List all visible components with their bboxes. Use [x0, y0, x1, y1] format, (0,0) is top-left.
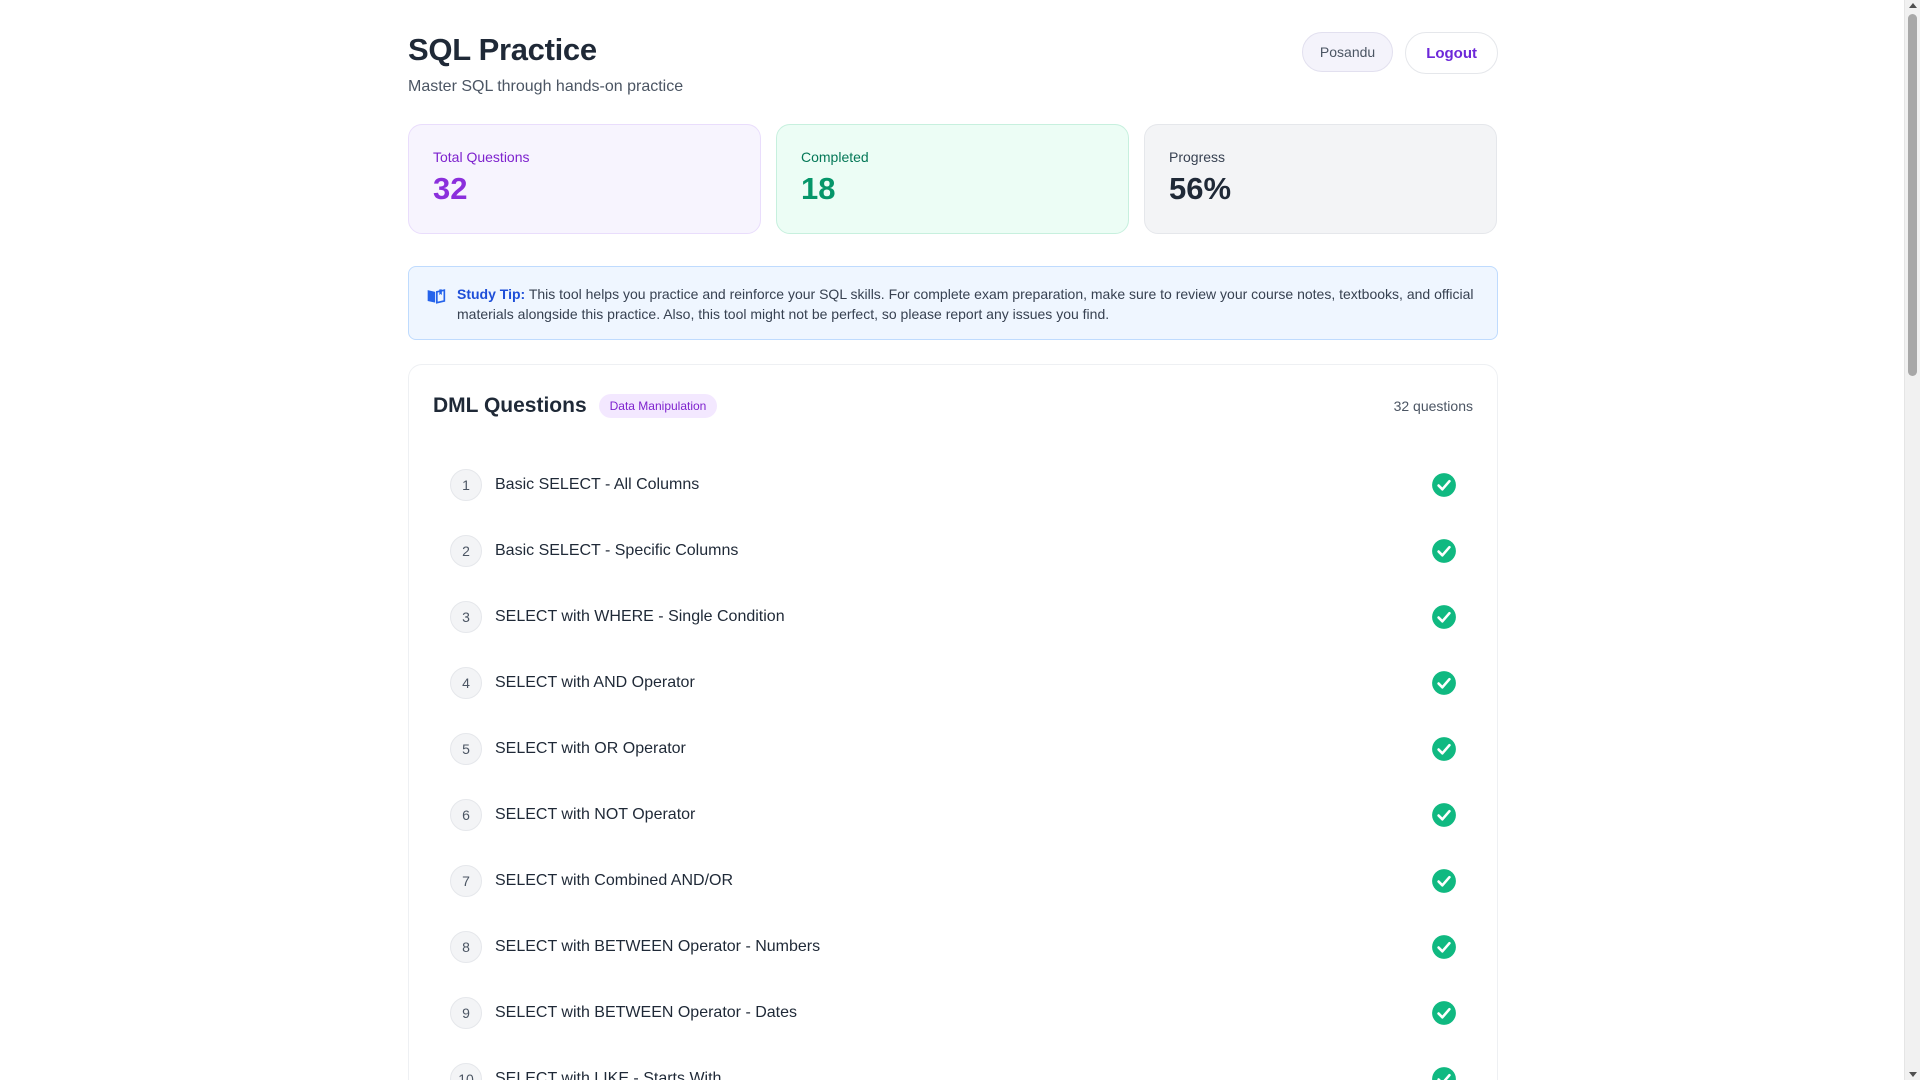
question-row[interactable]: 8 SELECT with BETWEEN Operator - Numbers	[450, 914, 1457, 980]
question-title: Basic SELECT - Specific Columns	[495, 542, 739, 559]
question-title: SELECT with WHERE - Single Condition	[495, 608, 785, 625]
question-row[interactable]: 1 Basic SELECT - All Columns	[450, 452, 1457, 518]
question-number: 2	[450, 535, 482, 567]
question-title: SELECT with OR Operator	[495, 740, 686, 757]
check-circle-icon	[1432, 869, 1456, 893]
user-name-chip: Posandu	[1301, 32, 1394, 72]
dml-questions-section: DML Questions Data Manipulation 32 quest…	[408, 364, 1498, 1080]
page-scrollbar[interactable]	[1904, 0, 1920, 1080]
progress-card: Progress 56%	[1144, 124, 1497, 234]
scrollbar-thumb[interactable]	[1908, 14, 1917, 376]
completed-value: 18	[801, 171, 836, 206]
question-title: SELECT with Combined AND/OR	[495, 872, 734, 889]
logout-button[interactable]: Logout	[1405, 32, 1498, 74]
question-title: SELECT with BETWEEN Operator - Dates	[495, 1004, 798, 1021]
question-number: 8	[450, 931, 482, 963]
question-title: SELECT with AND Operator	[495, 674, 695, 691]
page-subtitle: Master SQL through hands-on practice	[408, 78, 684, 95]
check-circle-icon	[1432, 671, 1456, 695]
check-circle-icon	[1432, 473, 1456, 497]
check-circle-icon	[1432, 935, 1456, 959]
question-row[interactable]: 9 SELECT with BETWEEN Operator - Dates	[450, 980, 1457, 1046]
question-number: 3	[450, 601, 482, 633]
check-circle-icon	[1432, 1001, 1456, 1025]
completed-card: Completed 18	[776, 124, 1129, 234]
study-tip-heading: Study Tip:	[457, 286, 526, 302]
question-row[interactable]: 7 SELECT with Combined AND/OR	[450, 848, 1457, 914]
question-title: SELECT with NOT Operator	[495, 806, 696, 823]
check-circle-icon	[1432, 1067, 1456, 1080]
question-number: 4	[450, 667, 482, 699]
progress-label: Progress	[1169, 149, 1226, 165]
question-number: 6	[450, 799, 482, 831]
question-row[interactable]: 4 SELECT with AND Operator	[450, 650, 1457, 716]
book-icon	[427, 289, 446, 304]
section-badge: Data Manipulation	[598, 394, 718, 418]
question-number: 9	[450, 997, 482, 1029]
scroll-up-arrow-icon[interactable]	[1909, 3, 1917, 8]
scroll-down-arrow-icon[interactable]	[1909, 1072, 1917, 1077]
stats-row: Total Questions 32 Completed 18 Progress…	[408, 124, 1498, 234]
question-title: SELECT with BETWEEN Operator - Numbers	[495, 938, 821, 955]
question-number: 10	[450, 1063, 482, 1080]
question-row[interactable]: 10 SELECT with LIKE - Starts With	[450, 1046, 1457, 1080]
total-questions-card: Total Questions 32	[408, 124, 761, 234]
page: SQL Practice Master SQL through hands-on…	[408, 0, 1498, 1080]
check-circle-icon	[1432, 803, 1456, 827]
section-header: DML Questions Data Manipulation 32 quest…	[433, 391, 1473, 421]
completed-label: Completed	[801, 149, 869, 165]
study-tip-banner: Study Tip: This tool helps you practice …	[408, 266, 1498, 340]
question-row[interactable]: 2 Basic SELECT - Specific Columns	[450, 518, 1457, 584]
check-circle-icon	[1432, 539, 1456, 563]
question-row[interactable]: 3 SELECT with WHERE - Single Condition	[450, 584, 1457, 650]
question-row[interactable]: 5 SELECT with OR Operator	[450, 716, 1457, 782]
question-row[interactable]: 6 SELECT with NOT Operator	[450, 782, 1457, 848]
header: SQL Practice Master SQL through hands-on…	[408, 0, 1498, 120]
study-tip-text: This tool helps you practice and reinfor…	[457, 286, 1474, 322]
section-title: DML Questions	[433, 394, 587, 417]
question-title: Basic SELECT - All Columns	[495, 476, 700, 493]
question-title: SELECT with LIKE - Starts With	[495, 1070, 722, 1080]
total-questions-label: Total Questions	[433, 149, 530, 165]
total-questions-value: 32	[433, 171, 468, 206]
page-title: SQL Practice	[408, 32, 597, 67]
question-list: 1 Basic SELECT - All Columns 2 Basic SELECT…	[450, 452, 1457, 1080]
question-number: 1	[450, 469, 482, 501]
question-number: 7	[450, 865, 482, 897]
check-circle-icon	[1432, 605, 1456, 629]
question-number: 5	[450, 733, 482, 765]
question-count: 32 questions	[1393, 398, 1473, 414]
progress-value: 56%	[1169, 171, 1232, 206]
check-circle-icon	[1432, 737, 1456, 761]
user-actions: Posandu Logout	[1301, 32, 1498, 74]
